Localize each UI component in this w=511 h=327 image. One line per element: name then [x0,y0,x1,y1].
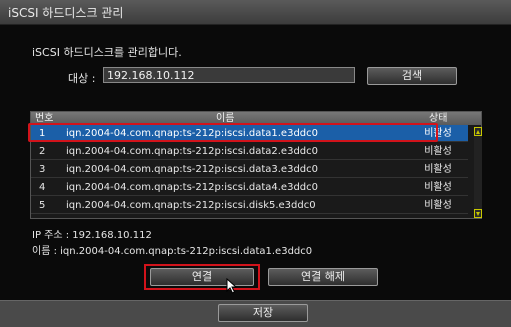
search-button[interactable]: 검색 [367,67,457,85]
disconnect-button[interactable]: 연결 해제 [268,268,378,286]
scroll-up-icon[interactable] [474,127,482,136]
table-row[interactable]: 3 iqn.2004-04.com.qnap:ts-212p:iscsi.dat… [31,161,468,178]
row-name: iqn.2004-04.com.qnap:ts-212p:iscsi.data1… [66,128,319,139]
row-status: 비활성 [424,128,452,139]
save-button[interactable]: 저장 [218,304,308,322]
header-status: 상태 [429,113,448,124]
mouse-cursor-icon [226,278,238,294]
target-name-info: 이름 : iqn.2004-04.com.qnap:ts-212p:iscsi.… [32,246,313,257]
row-name: iqn.2004-04.com.qnap:ts-212p:iscsi.data4… [66,182,319,193]
description-text: iSCSI 하드디스크를 관리합니다. [32,46,182,59]
target-input[interactable]: 192.168.10.112 [103,67,355,83]
row-status: 비활성 [424,164,452,175]
row-name: iqn.2004-04.com.qnap:ts-212p:iscsi.data3… [66,164,319,175]
ip-address-info: IP 주소 : 192.168.10.112 [32,230,152,241]
title-bar: iSCSI 하드디스크 관리 [0,0,511,25]
row-name: iqn.2004-04.com.qnap:ts-212p:iscsi.data2… [66,146,319,157]
header-name: 이름 [216,113,235,124]
row-no: 2 [39,146,46,157]
row-no: 4 [39,182,46,193]
target-label: 대상 : [68,72,96,85]
connect-button[interactable]: 연결 [150,268,254,286]
row-status: 비활성 [424,146,452,157]
table-scrollbar[interactable] [474,127,482,218]
iscsi-target-table: 번호 이름 상태 1 iqn.2004-04.com.qnap:ts-212p:… [30,111,482,219]
table-header: 번호 이름 상태 [31,112,481,125]
row-status: 비활성 [424,200,452,211]
table-row[interactable]: 4 iqn.2004-04.com.qnap:ts-212p:iscsi.dat… [31,179,468,196]
table-row[interactable]: 5 iqn.2004-04.com.qnap:ts-212p:iscsi.dis… [31,197,468,214]
row-no: 5 [39,200,46,211]
header-no: 번호 [35,113,54,124]
row-no: 3 [39,164,46,175]
row-name: iqn.2004-04.com.qnap:ts-212p:iscsi.disk5… [66,200,316,211]
table-row[interactable]: 2 iqn.2004-04.com.qnap:ts-212p:iscsi.dat… [31,143,468,160]
row-status: 비활성 [424,182,452,193]
window-title: iSCSI 하드디스크 관리 [8,6,124,20]
iscsi-manager-window: iSCSI 하드디스크 관리 iSCSI 하드디스크를 관리합니다. 대상 : … [0,0,511,327]
table-row[interactable]: 1 iqn.2004-04.com.qnap:ts-212p:iscsi.dat… [31,125,468,142]
row-no: 1 [39,128,46,139]
scroll-down-icon[interactable] [474,209,482,218]
